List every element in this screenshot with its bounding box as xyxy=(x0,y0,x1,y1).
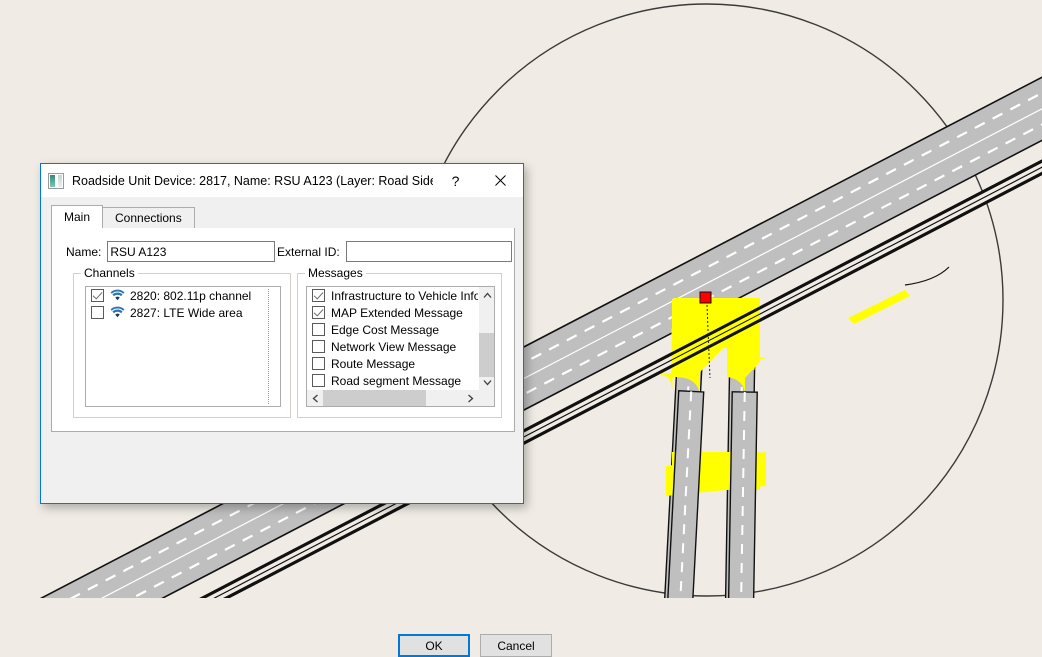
cancel-button[interactable]: Cancel xyxy=(480,634,552,657)
rsu-marker[interactable] xyxy=(700,292,711,303)
list-item[interactable]: 2827: LTE Wide area xyxy=(86,304,280,321)
message-checkbox[interactable] xyxy=(312,323,325,336)
list-item[interactable]: Edge Cost Message xyxy=(307,321,477,338)
list-item[interactable]: Route Message xyxy=(307,355,477,372)
message-label: Infrastructure to Vehicle Infor xyxy=(331,289,484,303)
list-item[interactable]: Network View Message xyxy=(307,338,477,355)
rsu-properties-dialog: Roadside Unit Device: 2817, Name: RSU A1… xyxy=(40,163,524,504)
channel-label: 2827: LTE Wide area xyxy=(130,306,243,320)
messages-vertical-scrollbar[interactable] xyxy=(478,287,494,390)
help-button[interactable]: ? xyxy=(433,164,478,197)
message-checkbox[interactable] xyxy=(312,289,325,302)
message-checkbox[interactable] xyxy=(312,306,325,319)
external-id-row: External ID: xyxy=(277,241,512,262)
scroll-thumb-vertical[interactable] xyxy=(479,333,495,377)
name-input[interactable] xyxy=(107,241,275,262)
channels-column-divider xyxy=(268,289,270,404)
message-checkbox[interactable] xyxy=(312,374,325,387)
message-label: Road segment Message xyxy=(331,374,461,388)
message-label: MAP Extended Message xyxy=(331,306,463,320)
message-checkbox[interactable] xyxy=(312,357,325,370)
message-label: Network View Message xyxy=(331,340,456,354)
rsu-device-icon xyxy=(48,173,64,189)
tab-connections[interactable]: Connections xyxy=(102,207,195,228)
wifi-icon xyxy=(110,306,125,319)
name-label: Name: xyxy=(66,245,101,259)
tabpage-main: Name: External ID: Channels 2820: 802.11… xyxy=(51,228,515,432)
chevron-up-icon[interactable] xyxy=(479,287,495,303)
wifi-icon xyxy=(110,289,125,302)
tabstrip: Main Connections xyxy=(51,208,515,229)
ok-button[interactable]: OK xyxy=(398,634,470,657)
dialog-title: Roadside Unit Device: 2817, Name: RSU A1… xyxy=(72,174,433,188)
channels-group-title: Channels xyxy=(81,267,138,279)
chevron-right-icon[interactable] xyxy=(462,390,478,406)
external-id-label: External ID: xyxy=(277,245,340,259)
channel-checkbox[interactable] xyxy=(91,289,104,302)
dialog-titlebar[interactable]: Roadside Unit Device: 2817, Name: RSU A1… xyxy=(41,164,523,197)
channels-listbox[interactable]: 2820: 802.11p channel 2827: LTE Wide are… xyxy=(85,286,281,407)
messages-group: Messages Infrastructure to Vehicle Infor… xyxy=(297,273,502,418)
chevron-down-icon[interactable] xyxy=(479,374,495,390)
messages-group-title: Messages xyxy=(305,267,366,279)
chevron-left-icon[interactable] xyxy=(307,390,323,406)
name-row: Name: xyxy=(66,241,275,262)
messages-listbox[interactable]: Infrastructure to Vehicle Infor MAP Exte… xyxy=(306,286,495,407)
tab-main[interactable]: Main xyxy=(51,205,103,228)
list-item[interactable]: Road segment Message xyxy=(307,372,477,389)
scroll-thumb-horizontal[interactable] xyxy=(323,390,426,406)
messages-horizontal-scrollbar[interactable] xyxy=(307,390,494,406)
channel-label: 2820: 802.11p channel xyxy=(130,289,251,303)
list-item[interactable]: 2820: 802.11p channel xyxy=(86,287,280,304)
channel-checkbox[interactable] xyxy=(91,306,104,319)
channels-group: Channels 2820: 802.11p channel xyxy=(73,273,291,418)
list-item[interactable]: MAP Extended Message xyxy=(307,304,477,321)
message-label: Edge Cost Message xyxy=(331,323,439,337)
external-id-input[interactable] xyxy=(346,241,512,262)
close-icon[interactable] xyxy=(478,164,523,197)
message-checkbox[interactable] xyxy=(312,340,325,353)
message-label: Route Message xyxy=(331,357,415,371)
list-item[interactable]: Infrastructure to Vehicle Infor xyxy=(307,287,477,304)
